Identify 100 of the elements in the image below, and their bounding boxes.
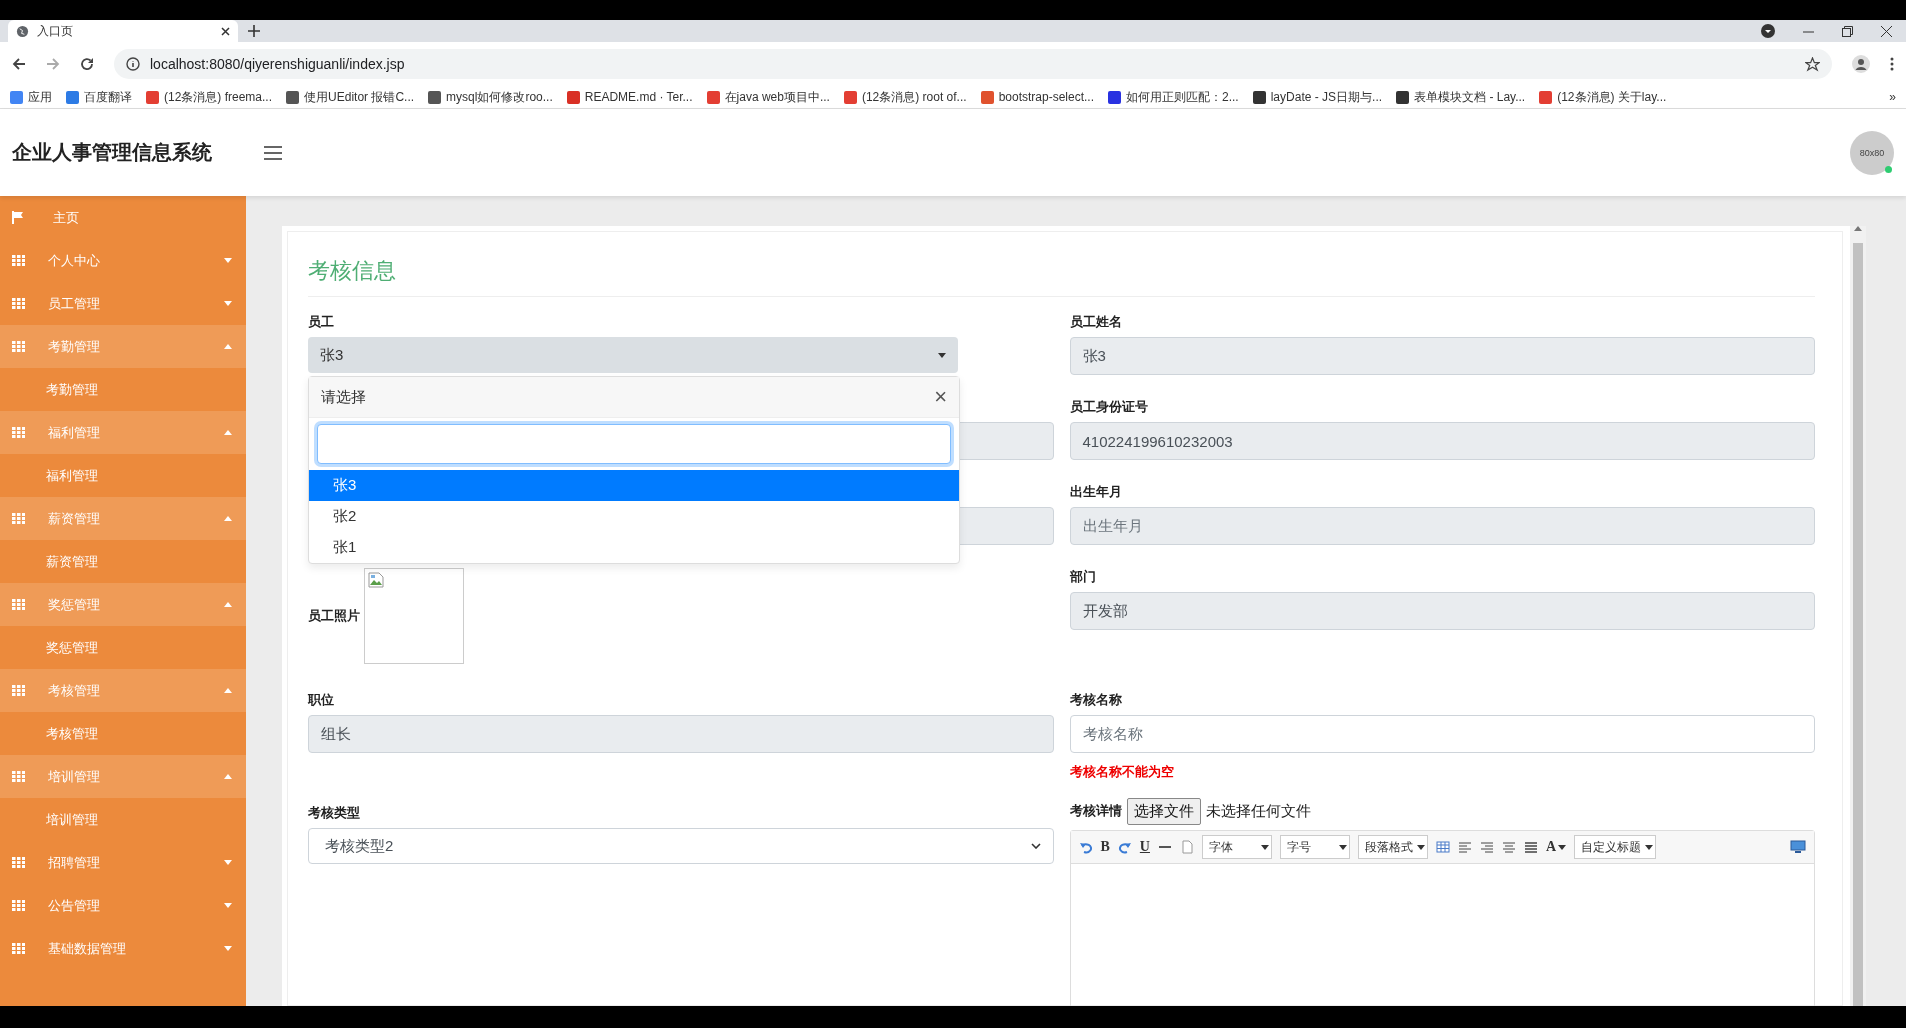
globe-icon xyxy=(16,24,29,38)
input-field[interactable]: 出生年月 xyxy=(1069,507,1815,545)
bookmark-icon[interactable] xyxy=(286,90,300,104)
back-icon[interactable] xyxy=(12,57,26,71)
caret-icon xyxy=(224,516,232,521)
input-field[interactable]: 开发部 xyxy=(1069,592,1815,630)
grid-icon xyxy=(12,857,25,868)
bookmark[interactable]: (12条消息) freema... xyxy=(164,88,273,106)
bookmark-icon[interactable] xyxy=(1108,90,1121,104)
grid-icon xyxy=(12,685,25,696)
format-button[interactable]: U xyxy=(1139,839,1150,855)
redo-icon[interactable] xyxy=(1117,840,1132,854)
scroll-up-icon[interactable] xyxy=(1854,226,1862,231)
grid-icon xyxy=(12,341,25,352)
rich-text-editor[interactable]: B U 字体 字号 段落格式 A 自定义标题 xyxy=(1069,830,1815,1006)
field-label: 出生年月 xyxy=(1069,483,1123,501)
bookmark[interactable]: README.md · Ter... xyxy=(584,90,693,104)
input-field[interactable]: 张3 xyxy=(1069,337,1815,375)
menu-icon[interactable] xyxy=(1890,57,1894,71)
browser-tab[interactable]: 入口页 xyxy=(8,20,238,42)
bookmark-icon[interactable] xyxy=(1252,90,1266,104)
bookmark[interactable]: mysql如何修改roo... xyxy=(446,88,553,106)
toolbar-dropdown[interactable]: 字号 xyxy=(1279,835,1350,859)
select-field[interactable]: 考核类型2 xyxy=(308,828,1054,864)
field-label: 职位 xyxy=(308,691,335,709)
bookmark[interactable]: (12条消息) 关于lay... xyxy=(1557,88,1667,106)
field-label: 员工 xyxy=(308,313,335,331)
caret-icon xyxy=(224,774,232,779)
caret-icon xyxy=(224,258,232,263)
bookmark[interactable]: 如何用正则匹配：2... xyxy=(1126,88,1239,106)
flag-icon xyxy=(12,211,24,224)
align-center-icon[interactable] xyxy=(1501,840,1516,854)
bookmark[interactable]: 使用UEditor 报错C... xyxy=(304,88,415,106)
align-right-icon[interactable] xyxy=(1479,840,1494,854)
field-label: 员工姓名 xyxy=(1069,313,1123,331)
input-field[interactable]: 考核名称 xyxy=(1069,715,1815,753)
account-icon[interactable] xyxy=(1852,55,1870,73)
justify-icon[interactable] xyxy=(1523,840,1538,854)
more-bookmarks[interactable]: » xyxy=(1889,90,1896,104)
info-icon[interactable] xyxy=(126,57,140,71)
error-message: 考核名称不能为空 xyxy=(1069,763,1175,781)
field-label: 员工照片 xyxy=(308,607,360,625)
field-label: 考核名称 xyxy=(1069,691,1123,709)
menu-icon[interactable] xyxy=(264,145,282,160)
grid-icon xyxy=(12,599,25,610)
dropdown-header: 请选择 xyxy=(321,387,366,407)
format-button[interactable]: B xyxy=(1100,839,1110,855)
broken-image-icon xyxy=(368,572,384,588)
caret-icon xyxy=(224,602,232,607)
choose-file-button[interactable]: 选择文件 xyxy=(1126,797,1201,825)
grid-icon xyxy=(12,427,25,438)
bookmark[interactable]: 应用 xyxy=(28,88,52,106)
caret-icon xyxy=(224,860,232,865)
bookmark-icon[interactable] xyxy=(1396,90,1410,104)
bookmark[interactable]: layDate - JS日期与... xyxy=(1270,88,1383,106)
bookmark[interactable]: 表单模块文档 - Lay... xyxy=(1414,88,1526,106)
input-field[interactable]: 组长 xyxy=(308,715,1054,753)
table-icon[interactable] xyxy=(1435,840,1450,854)
dropdown-option[interactable]: 张1 xyxy=(309,532,959,563)
toolbar-dropdown[interactable]: 字体 xyxy=(1201,835,1272,859)
field-label: 考核类型 xyxy=(308,804,361,822)
monitor-icon[interactable] xyxy=(1790,840,1806,854)
search-field[interactable] xyxy=(317,424,951,464)
profile-menu-icon[interactable] xyxy=(1761,24,1775,38)
dropdown-option[interactable]: 张2 xyxy=(309,501,959,532)
toolbar-dropdown[interactable]: 段落格式 xyxy=(1357,835,1428,859)
caret-icon xyxy=(1338,844,1347,850)
align-left-icon[interactable] xyxy=(1457,840,1472,854)
star-icon[interactable] xyxy=(1805,56,1820,72)
file-status: 未选择任何文件 xyxy=(1205,801,1311,821)
format-button[interactable]: A xyxy=(1545,839,1567,855)
select-field[interactable]: 张3 xyxy=(308,337,958,373)
close-icon[interactable] xyxy=(1881,25,1892,37)
caret-icon xyxy=(224,344,232,349)
grid-icon xyxy=(12,513,25,524)
address-bar[interactable]: localhost:8080/qiyerenshiguanli/index.jsp xyxy=(114,49,1832,79)
reload-icon[interactable] xyxy=(80,57,94,71)
form-title: 考核信息 xyxy=(308,242,1815,297)
field-label: 员工身份证号 xyxy=(1069,398,1149,416)
close-button[interactable]: × xyxy=(934,384,947,410)
caret-icon xyxy=(1558,844,1567,850)
new-tab-icon[interactable] xyxy=(248,25,260,37)
bookmark-icon[interactable] xyxy=(428,90,442,104)
grid-icon xyxy=(12,943,25,954)
bookmark[interactable]: bootstrap-select... xyxy=(998,90,1094,104)
bookmark[interactable]: 在java web项目中... xyxy=(724,88,830,106)
field-label: 部门 xyxy=(1069,568,1097,586)
undo-icon[interactable] xyxy=(1078,840,1093,854)
restore-icon[interactable] xyxy=(1842,25,1853,37)
toolbar-dropdown[interactable]: 自定义标题 xyxy=(1574,835,1657,859)
bookmark[interactable]: 百度翻译 xyxy=(84,88,132,106)
avatar[interactable]: 80x80 xyxy=(1850,130,1894,175)
grid-icon xyxy=(12,771,25,782)
caret-icon xyxy=(938,352,946,358)
bookmark[interactable]: (12条消息) root of... xyxy=(861,88,967,106)
caret-icon xyxy=(224,688,232,693)
input-field[interactable]: 410224199610232003 xyxy=(1069,422,1815,460)
close-icon[interactable] xyxy=(221,26,230,36)
scrollbar[interactable] xyxy=(1850,226,1866,1006)
dropdown-option[interactable]: 张3 xyxy=(309,470,959,501)
